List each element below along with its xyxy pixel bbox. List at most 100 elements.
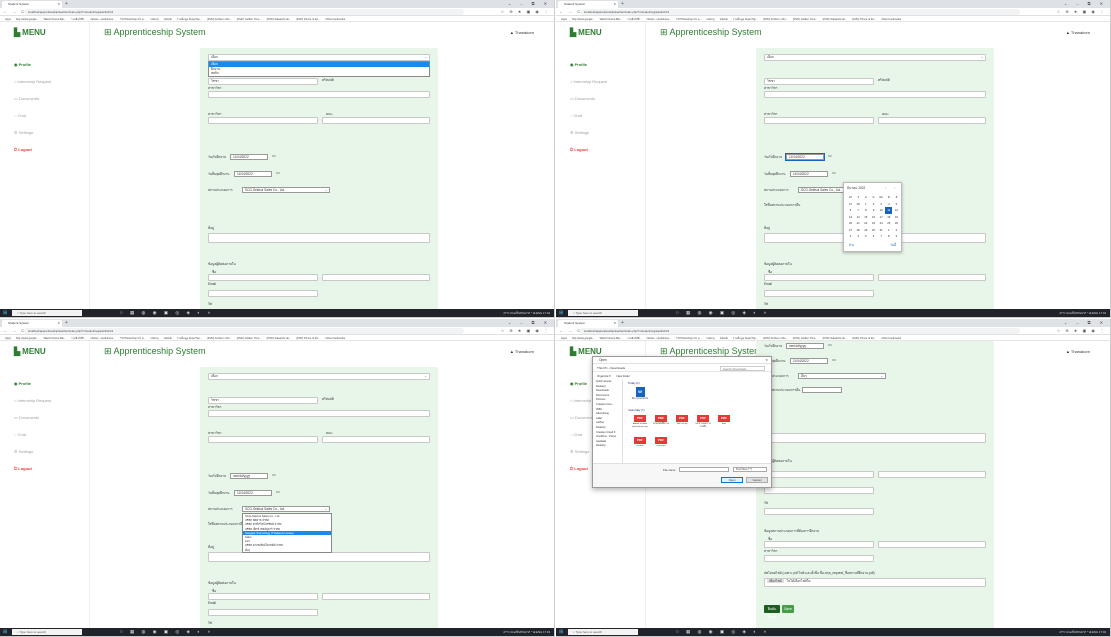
address-field[interactable] bbox=[208, 552, 430, 562]
url-input[interactable]: localhost/apprenticeship/teacher/index.p… bbox=[24, 9, 464, 15]
faculty-field[interactable] bbox=[764, 91, 986, 98]
calendar-icon[interactable]: ▭ bbox=[828, 342, 832, 347]
department-field[interactable] bbox=[878, 117, 986, 124]
file-item[interactable]: PDF flow bbox=[715, 415, 733, 426]
contact-name-field[interactable] bbox=[208, 593, 318, 600]
filename-input[interactable] bbox=[679, 467, 729, 472]
dialog-search-input[interactable]: Search Downloads bbox=[720, 366, 765, 371]
close-tab-icon[interactable]: ✕ bbox=[613, 1, 616, 8]
contact-position-field[interactable] bbox=[878, 274, 986, 281]
name-field[interactable]: วิชชา bbox=[208, 397, 318, 404]
datepicker-day[interactable]: 5 bbox=[862, 233, 869, 240]
type-select[interactable]: เลือก ⌄ bbox=[208, 54, 430, 61]
calendar-icon[interactable]: ▭ bbox=[828, 153, 832, 158]
taskbar-search[interactable]: ⌕ Type here to search bbox=[568, 310, 638, 316]
file-item[interactable]: PDF เอกสารขอความร่วมมือ bbox=[694, 415, 712, 428]
end-date-input[interactable]: 11/04/2022 bbox=[790, 171, 828, 177]
system-tray[interactable]: 27°C เมฆเป็นส่วนมาก ^ ⊕ ENG 17:04 bbox=[503, 628, 550, 636]
sidebar-item-documents[interactable]: ▭ Documents bbox=[570, 96, 595, 101]
close-tab-icon[interactable]: ✕ bbox=[57, 1, 60, 8]
datepicker-day[interactable]: 6 bbox=[870, 233, 877, 240]
start-date-input[interactable]: mm/dd/yyyy bbox=[786, 343, 824, 349]
contact-position-field[interactable] bbox=[322, 274, 430, 281]
contact-position-field[interactable] bbox=[322, 593, 430, 600]
sidebar-item-chat[interactable]: ◌ Chat bbox=[14, 113, 26, 118]
extension-icons[interactable]: ☆ ⊕ ★ ▣ ◉ ⋮ bbox=[501, 327, 550, 335]
file-upload[interactable]: เลือกไฟล์ ไม่ได้เลือกไฟล์ใด bbox=[764, 578, 986, 587]
contact2-extra-field[interactable] bbox=[764, 555, 874, 562]
program-field[interactable] bbox=[764, 117, 874, 124]
extension-icons[interactable]: ☆ ⊕ ★ ▣ ◉ ⋮ bbox=[1057, 8, 1106, 16]
calendar-icon[interactable]: ▭ bbox=[272, 153, 276, 158]
submit-button[interactable]: ยืนยันข้อมูล bbox=[764, 605, 780, 619]
taskbar-apps[interactable]: ○ ▦ ◍ ◉ ▣ ◎ ◈ ◐ ◑ bbox=[120, 628, 213, 636]
taskbar-search[interactable]: ⌕ Type here to search bbox=[12, 629, 82, 635]
taskbar-apps[interactable]: ○ ▦ ◍ ◉ ▣ ◎ ◈ ◐ ◑ bbox=[676, 309, 769, 317]
browser-tab[interactable]: Student System ✕ bbox=[558, 320, 618, 327]
user-menu[interactable]: ▲ Thanakorn bbox=[1066, 349, 1090, 354]
system-tray[interactable]: 27°C เมฆเป็นส่วนมาก ^ ⊕ ENG 17:04 bbox=[1059, 628, 1106, 636]
file-item[interactable]: PDF transcript bbox=[652, 437, 670, 448]
company-select[interactable]: SCG-Sekisui Sales Co., Ltd. ⌄ bbox=[242, 506, 330, 512]
sidebar-item-internship-request[interactable]: ⌂ Internship Request bbox=[570, 79, 607, 84]
select-option[interactable]: สหกิจ bbox=[209, 71, 429, 76]
contact-name-field[interactable] bbox=[764, 471, 874, 478]
program-field[interactable] bbox=[208, 117, 318, 124]
sidebar-item-settings[interactable]: ⚙ Settings bbox=[570, 449, 589, 454]
other-company-input[interactable] bbox=[802, 387, 842, 393]
new-tab-button[interactable]: + bbox=[65, 320, 68, 327]
department-field[interactable] bbox=[322, 436, 430, 443]
faculty-field[interactable] bbox=[208, 91, 430, 98]
file-item[interactable]: W ฝึกงานแบบฟอร์ม bbox=[631, 387, 649, 401]
windows-start-icon[interactable]: ⊞ bbox=[3, 310, 7, 316]
file-item[interactable]: PDF แบบฟอร์มฝึกงาน bbox=[652, 415, 670, 426]
window-controls[interactable]: ⌄ – ⧉ ✕ bbox=[1064, 0, 1107, 8]
datepicker-day[interactable]: 9 bbox=[893, 233, 900, 240]
close-tab-icon[interactable]: ✕ bbox=[613, 320, 616, 327]
sidebar-item-settings[interactable]: ⚙ Settings bbox=[570, 130, 589, 135]
taskbar-apps[interactable]: ○ ▦ ◍ ◉ ▣ ◎ ◈ ◐ ◑ bbox=[676, 628, 769, 636]
datepicker-day[interactable]: 8 bbox=[885, 233, 892, 240]
sidebar-item-logout[interactable]: ⏻ Logout bbox=[570, 147, 588, 152]
windows-start-icon[interactable]: ⊞ bbox=[559, 629, 563, 635]
email-field[interactable] bbox=[764, 290, 874, 297]
user-menu[interactable]: ▲ Thanakorn bbox=[510, 349, 534, 354]
email-field[interactable] bbox=[208, 290, 318, 297]
datepicker-month[interactable]: มีนาคม 2022 bbox=[847, 186, 865, 191]
sidebar-item-logout[interactable]: ⏻ Logout bbox=[570, 466, 588, 471]
end-date-input[interactable]: 11/04/2022 bbox=[790, 358, 828, 364]
sidebar-item-chat[interactable]: ◌ Chat bbox=[14, 432, 26, 437]
type-select[interactable]: เลือก ⌄ bbox=[764, 54, 986, 61]
open-button[interactable]: Open bbox=[721, 477, 743, 483]
end-date-input[interactable]: 11/04/2022 bbox=[234, 171, 272, 177]
datepicker-popup[interactable]: มีนาคม 2022 ↑ ↓ อาจอพพฤศส 27 28 1 2 3 4 5 6 7 8 9 10 11… bbox=[843, 182, 902, 252]
contact-name-field[interactable] bbox=[208, 274, 318, 281]
sidebar-item-documents[interactable]: ▭ Documents bbox=[14, 96, 39, 101]
group-yesterday[interactable]: Yesterday (7) bbox=[628, 408, 645, 412]
url-input[interactable]: localhost/apprenticeship/teacher/index.p… bbox=[580, 328, 1020, 334]
dialog-file-list[interactable]: Today (1) W ฝึกงานแบบฟอร์ม Yesterday (7) PDF… bbox=[625, 380, 769, 465]
browser-tab[interactable]: Student System ✕ bbox=[2, 320, 62, 327]
address-field[interactable] bbox=[764, 433, 986, 443]
url-input[interactable]: localhost/apprenticeship/teacher/index.p… bbox=[580, 9, 1020, 15]
url-input[interactable]: localhost/apprenticeship/teacher/index.p… bbox=[24, 328, 464, 334]
calendar-icon[interactable]: ▭ bbox=[276, 489, 280, 494]
sidebar-item-chat[interactable]: ◌ Chat bbox=[570, 432, 582, 437]
address-field[interactable] bbox=[208, 233, 430, 243]
datepicker-arrows[interactable]: ↑ ↓ bbox=[885, 186, 898, 190]
start-date-input[interactable]: 11/04/2022 bbox=[230, 154, 268, 160]
contact2-name-field[interactable] bbox=[764, 541, 874, 548]
new-tab-button[interactable]: + bbox=[621, 320, 624, 327]
datepicker-day[interactable]: 3 bbox=[847, 233, 854, 240]
user-menu[interactable]: ▲ Thanakorn bbox=[510, 30, 534, 35]
taskbar-apps[interactable]: ○ ▦ ◍ ◉ ▣ ◎ ◈ ◐ ◑ bbox=[120, 309, 213, 317]
windows-start-icon[interactable]: ⊞ bbox=[3, 629, 7, 635]
company-select-options[interactable]: SCG-Sekisui Sales Co., Ltd. บริษัท ปัตตาล… bbox=[242, 513, 332, 553]
email-field[interactable] bbox=[208, 609, 318, 616]
faculty-field[interactable] bbox=[208, 410, 430, 417]
sidebar-item-chat[interactable]: ◌ Chat bbox=[570, 113, 582, 118]
tel-field[interactable] bbox=[764, 508, 874, 515]
datepicker-today-button[interactable]: วันนี้ bbox=[890, 243, 896, 248]
datepicker-clear-button[interactable]: ล้าง bbox=[849, 243, 854, 248]
window-controls[interactable]: ⌄ – ⧉ ✕ bbox=[508, 0, 551, 8]
